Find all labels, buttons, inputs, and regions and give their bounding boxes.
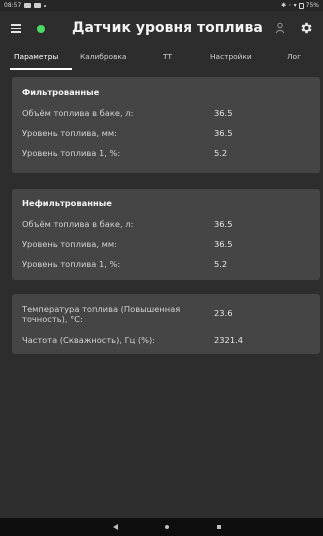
back-icon[interactable]	[113, 524, 118, 530]
menu-icon[interactable]	[11, 24, 21, 33]
dot-icon	[44, 4, 47, 7]
connection-status-icon	[37, 25, 45, 33]
row-label: Частота (Скважность), Гц (%):	[22, 335, 156, 345]
system-nav-bar	[0, 518, 323, 536]
row-label: Уровень топлива 1, %:	[22, 148, 121, 158]
temperature-frequency-card: Температура топлива (Повышенная точность…	[12, 294, 320, 354]
row-value: 36.5	[214, 128, 233, 138]
row-label: Объём топлива в баке, л:	[22, 108, 134, 118]
row-value: 5.2	[214, 148, 228, 158]
tab-indicator	[10, 68, 72, 70]
row-value: 36.5	[214, 219, 233, 229]
row-label: точность), °C:	[22, 314, 83, 324]
row-value: 2321.4	[214, 335, 244, 345]
row-value: 36.5	[214, 239, 233, 249]
tab-settings[interactable]: Настройки	[210, 52, 252, 61]
tab-log[interactable]: Лог	[287, 52, 301, 61]
status-bar: 08:57 ✱ ◦ ▾ 75%	[0, 0, 323, 11]
battery-level: 75%	[305, 2, 319, 9]
recents-icon[interactable]	[217, 525, 221, 529]
tab-calibration[interactable]: Калибровка	[80, 52, 126, 61]
row-label: Объём топлива в баке, л:	[22, 219, 134, 229]
wifi-icon: ▾	[293, 2, 297, 9]
row-value: 5.2	[214, 259, 228, 269]
tab-tt[interactable]: ТТ	[163, 52, 172, 61]
status-time: 08:57	[4, 2, 22, 9]
row-value: 36.5	[214, 108, 233, 118]
app-bar: Датчик уровня топлива	[0, 11, 323, 46]
row-label: Уровень топлива 1, %:	[22, 259, 121, 269]
notification-icon	[24, 3, 32, 8]
row-label: Температура топлива (Повышенная	[22, 304, 181, 314]
card-title: Фильтрованные	[22, 87, 100, 97]
row-label: Уровень топлива, мм:	[22, 128, 117, 138]
card-title: Нефильтрованные	[22, 198, 112, 208]
vibrate-icon: ◦	[288, 2, 292, 9]
gear-icon[interactable]	[299, 21, 313, 35]
notification-icon	[34, 3, 42, 8]
row-label: Уровень топлива, мм:	[22, 239, 117, 249]
tab-parameters[interactable]: Параметры	[14, 52, 58, 61]
unfiltered-card: Нефильтрованные Объём топлива в баке, л:…	[12, 189, 320, 280]
filtered-card: Фильтрованные Объём топлива в баке, л: 3…	[12, 77, 320, 173]
home-icon[interactable]	[165, 525, 169, 529]
row-value: 23.6	[214, 308, 233, 318]
bluetooth-icon: ✱	[281, 2, 287, 9]
page-title: Датчик уровня топлива	[72, 20, 263, 36]
battery-icon	[298, 2, 304, 9]
user-icon[interactable]	[275, 22, 285, 34]
